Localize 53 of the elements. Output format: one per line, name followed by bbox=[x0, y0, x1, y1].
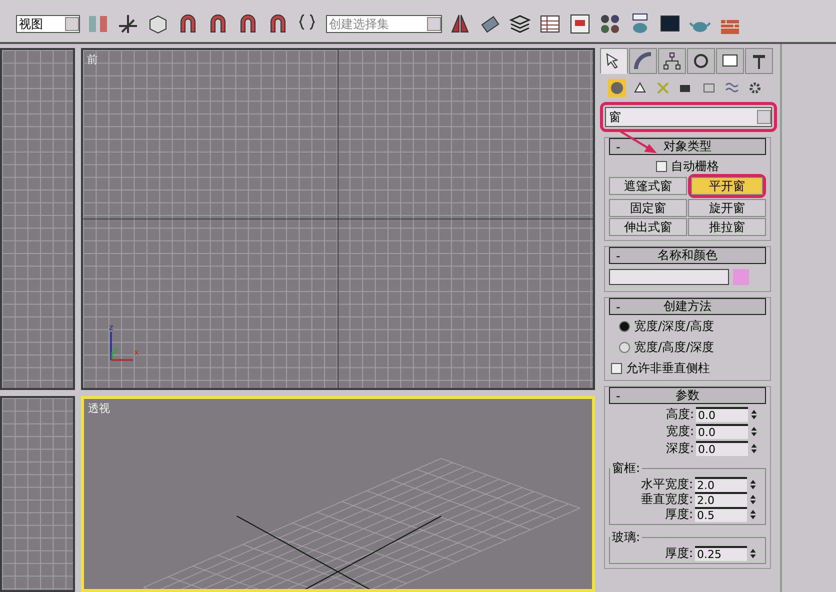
rollout-header[interactable]: - 创建方法 bbox=[609, 298, 766, 315]
rollout-header[interactable]: - 对象类型 bbox=[609, 138, 766, 155]
group-title: 玻璃: bbox=[611, 529, 642, 546]
type-button[interactable]: 平开窗 bbox=[691, 177, 763, 195]
panel-tab[interactable] bbox=[658, 48, 686, 74]
axis-tripod-drawing: z y x bbox=[107, 322, 141, 364]
hierarchy-icon bbox=[662, 51, 682, 71]
ring-icon bbox=[691, 51, 711, 71]
selection-set-dropdown[interactable]: 创建选择集 bbox=[326, 15, 442, 33]
panel-tab[interactable] bbox=[745, 48, 773, 74]
color-swatch[interactable] bbox=[733, 269, 749, 285]
type-button[interactable]: 固定窗 bbox=[609, 199, 687, 217]
panel-tab[interactable] bbox=[600, 48, 628, 74]
category-dropdown[interactable]: 窗 bbox=[605, 107, 772, 127]
arc-icon bbox=[633, 51, 653, 71]
field-label: 厚度: bbox=[664, 506, 693, 523]
view-dropdown[interactable]: 视图 bbox=[16, 15, 80, 33]
type-button[interactable]: 推拉窗 bbox=[688, 218, 766, 236]
viewport[interactable]: 前 z y x bbox=[81, 48, 595, 390]
type-button[interactable]: 伸出式窗 bbox=[609, 218, 687, 236]
method-radio[interactable]: 宽度/深度/高度 bbox=[619, 318, 766, 335]
number-field[interactable]: 0.0 bbox=[696, 407, 748, 422]
panel-tab[interactable] bbox=[687, 48, 715, 74]
auto-grid-checkbox[interactable]: 自动栅格 bbox=[609, 158, 766, 174]
field-label: 深度: bbox=[666, 440, 694, 457]
type-button[interactable]: 旋开窗 bbox=[688, 199, 766, 217]
field-label: 垂直宽度: bbox=[640, 491, 693, 508]
spheres-icon[interactable] bbox=[598, 12, 622, 36]
field-label: 水平宽度: bbox=[640, 476, 693, 492]
viewport[interactable]: 透视 bbox=[81, 396, 595, 592]
number-field[interactable]: 0.0 bbox=[696, 441, 748, 456]
method-radio[interactable]: 宽度/高度/深度 bbox=[619, 339, 766, 356]
rollout-header[interactable]: - 参数 bbox=[609, 387, 766, 404]
rollout-header[interactable]: - 名称和颜色 bbox=[609, 247, 766, 264]
viewport[interactable] bbox=[0, 48, 75, 390]
viewport-label[interactable]: 透视 bbox=[88, 401, 110, 416]
window-icon[interactable] bbox=[568, 12, 592, 36]
axes-icon[interactable] bbox=[116, 12, 140, 36]
viewport-label[interactable]: 前 bbox=[87, 52, 98, 67]
number-field[interactable]: 0.5 bbox=[695, 507, 747, 522]
field-label: 宽度: bbox=[666, 423, 694, 440]
panel-tab[interactable] bbox=[716, 48, 744, 74]
group-title: 窗框: bbox=[611, 460, 642, 477]
field-label: 高度: bbox=[666, 406, 694, 423]
field-label: 厚度: bbox=[664, 545, 693, 562]
viewport[interactable] bbox=[0, 396, 75, 592]
non-vertical-jambs-checkbox[interactable]: 允许非垂直侧柱 bbox=[611, 360, 766, 376]
number-field[interactable]: 2.0 bbox=[695, 492, 747, 507]
number-field[interactable]: 2.0 bbox=[695, 477, 747, 492]
number-field[interactable]: 0.0 bbox=[696, 424, 748, 439]
name-field[interactable] bbox=[609, 269, 729, 285]
type-button[interactable]: 遮篷式窗 bbox=[609, 177, 687, 195]
number-field[interactable]: 0.25 bbox=[695, 546, 747, 561]
